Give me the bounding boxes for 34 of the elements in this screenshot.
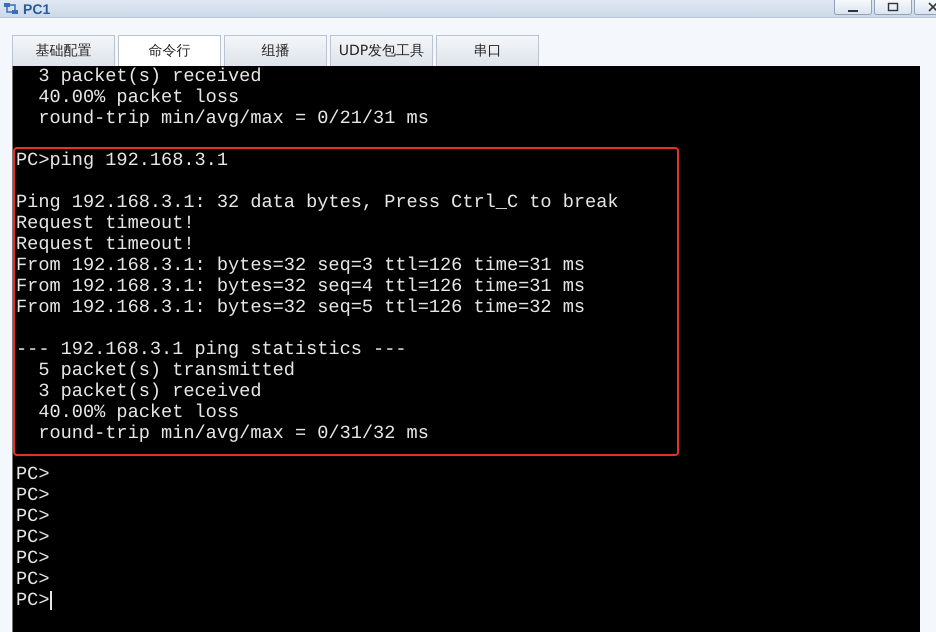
tab[interactable]: 命令行 [118, 35, 221, 66]
terminal-line: 3 packet(s) received [37, 381, 262, 402]
terminal-line: PC> [16, 569, 50, 590]
network-icon [3, 2, 19, 16]
terminal-line: round-trip min/avg/max = 0/21/31 ms [37, 108, 429, 129]
tab[interactable]: 串口 [436, 35, 539, 66]
terminal-line: Ping 192.168.3.1: 32 data bytes, Press Ctrl_C to break [16, 192, 619, 213]
minimize-icon [848, 10, 858, 12]
terminal-line: Request timeout! [16, 234, 195, 255]
terminal-line: 40.00% packet loss [37, 402, 240, 423]
terminal-line: From 192.168.3.1: bytes=32 seq=5 ttl=126 time=32 ms [16, 297, 586, 318]
terminal-line: PC> [16, 485, 50, 506]
terminal-line: From 192.168.3.1: bytes=32 seq=3 ttl=126 time=31 ms [16, 255, 586, 276]
terminal-line: PC> [16, 548, 50, 569]
terminal-line: PC> [16, 590, 50, 611]
window-title: PC1 [23, 0, 50, 16]
terminal-line: 40.00% packet loss [37, 87, 240, 108]
maximize-button[interactable] [874, 0, 912, 15]
terminal-line: 3 packet(s) received [37, 66, 262, 87]
terminal-line: 5 packet(s) transmitted [37, 360, 295, 381]
terminal-line: From 192.168.3.1: bytes=32 seq=4 ttl=126 time=31 ms [16, 276, 586, 297]
terminal-line: PC> [16, 464, 50, 485]
tab[interactable]: 基础配置 [12, 35, 115, 66]
terminal-line: PC>ping 192.168.3.1 [16, 150, 228, 171]
minimize-button[interactable] [834, 0, 872, 15]
tab[interactable]: 组播 [224, 35, 327, 66]
terminal-line: Request timeout! [16, 213, 195, 234]
terminal-line: round-trip min/avg/max = 0/31/32 ms [37, 423, 429, 444]
close-icon [927, 2, 936, 12]
tab[interactable]: UDP发包工具 [330, 35, 433, 66]
terminal-line: PC> [16, 527, 50, 548]
terminal-line: PC> [16, 506, 50, 527]
maximize-icon [887, 2, 899, 12]
terminal-line: --- 192.168.3.1 ping statistics --- [16, 339, 407, 360]
